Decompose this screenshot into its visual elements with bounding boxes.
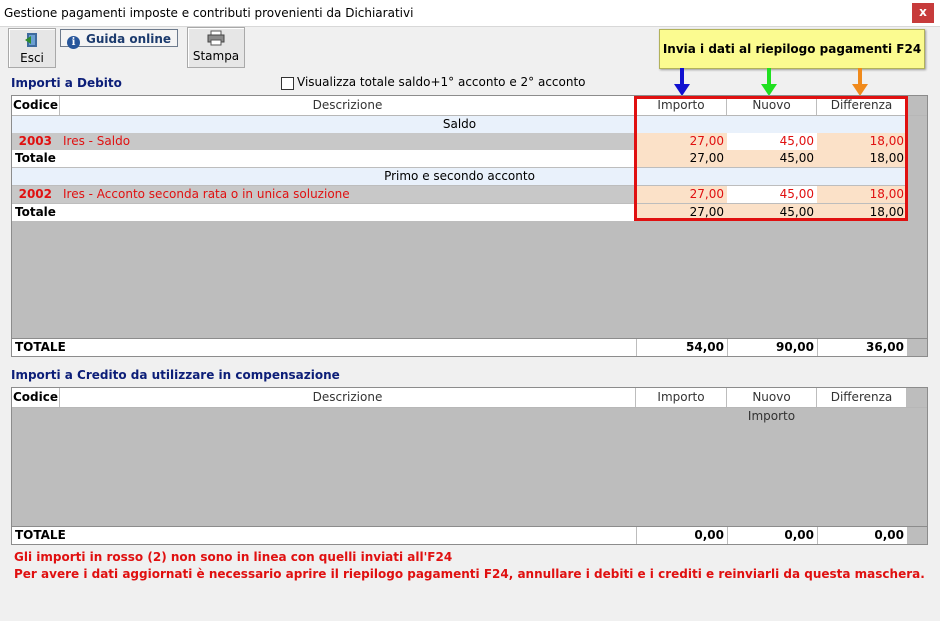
grand-total-filler — [907, 339, 927, 356]
stampa-label: Stampa — [192, 49, 240, 63]
grand-total-nuovo-importo: 90,00 — [727, 339, 817, 356]
row-codice: 2003 — [18, 134, 52, 148]
guida-online-label: Guida online — [86, 32, 172, 46]
header-filler — [907, 96, 927, 115]
guida-online-button[interactable]: i Guida online — [60, 29, 178, 49]
arrow-importo-icon — [674, 68, 690, 96]
arrow-differenza-icon — [852, 68, 868, 96]
arrow-nuovo-importo-icon — [761, 68, 777, 96]
grand-total-label: TOTALE — [15, 340, 66, 354]
printer-icon — [207, 30, 225, 46]
close-button[interactable]: x — [912, 3, 934, 23]
grand-total-filler — [907, 527, 927, 544]
col-descrizione[interactable]: Descrizione — [60, 388, 636, 407]
highlight-box — [634, 96, 908, 221]
credito-section-title: Importi a Credito da utilizzare in compe… — [11, 368, 340, 382]
col-nuovo-importo[interactable]: Nuovo Importo — [727, 388, 817, 423]
row-codice: 2002 — [18, 187, 52, 201]
row-descrizione: Ires - Acconto seconda rata o in unica s… — [63, 187, 350, 201]
totale-label: Totale — [15, 205, 56, 219]
col-differenza[interactable]: Differenza — [817, 388, 907, 407]
stampa-button[interactable]: Stampa — [187, 27, 245, 68]
grand-total-label: TOTALE — [15, 528, 66, 542]
grand-total-importo: 0,00 — [636, 527, 727, 544]
info-icon: i — [67, 36, 80, 49]
note-line-1: Gli importi in rosso (2) non sono in lin… — [14, 550, 453, 564]
col-descrizione[interactable]: Descrizione — [60, 96, 636, 115]
esci-button[interactable]: Esci — [8, 28, 56, 68]
visualizza-totale-label: Visualizza totale saldo+1° acconto e 2° … — [297, 75, 586, 89]
credito-grand-total-row: TOTALE 0,00 0,00 0,00 — [12, 526, 927, 544]
credito-grid: Codice Descrizione Importo Nuovo Importo… — [11, 387, 928, 545]
visualizza-totale-checkbox[interactable] — [281, 77, 294, 90]
col-importo[interactable]: Importo — [636, 388, 727, 407]
grand-total-importo: 54,00 — [636, 339, 727, 356]
totale-label: Totale — [15, 151, 56, 165]
row-descrizione: Ires - Saldo — [63, 134, 131, 148]
note-line-2: Per avere i dati aggiornati è necessario… — [14, 567, 925, 581]
invia-f24-button[interactable]: Invia i dati al riepilogo pagamenti F24 — [659, 29, 925, 69]
grand-total-differenza: 0,00 — [817, 527, 907, 544]
col-codice[interactable]: Codice — [12, 96, 60, 115]
debito-section-title: Importi a Debito — [11, 76, 122, 90]
exit-icon — [25, 33, 37, 47]
debito-grand-total-row: TOTALE 54,00 90,00 36,00 — [12, 338, 927, 356]
header-filler — [907, 388, 927, 407]
esci-label: Esci — [20, 51, 44, 65]
grand-total-nuovo-importo: 0,00 — [727, 527, 817, 544]
grand-total-differenza: 36,00 — [817, 339, 907, 356]
credito-header: Codice Descrizione Importo Nuovo Importo… — [12, 388, 927, 423]
window-title: Gestione pagamenti imposte e contributi … — [4, 6, 414, 20]
col-codice[interactable]: Codice — [12, 388, 60, 407]
title-bar: Gestione pagamenti imposte e contributi … — [0, 0, 940, 27]
